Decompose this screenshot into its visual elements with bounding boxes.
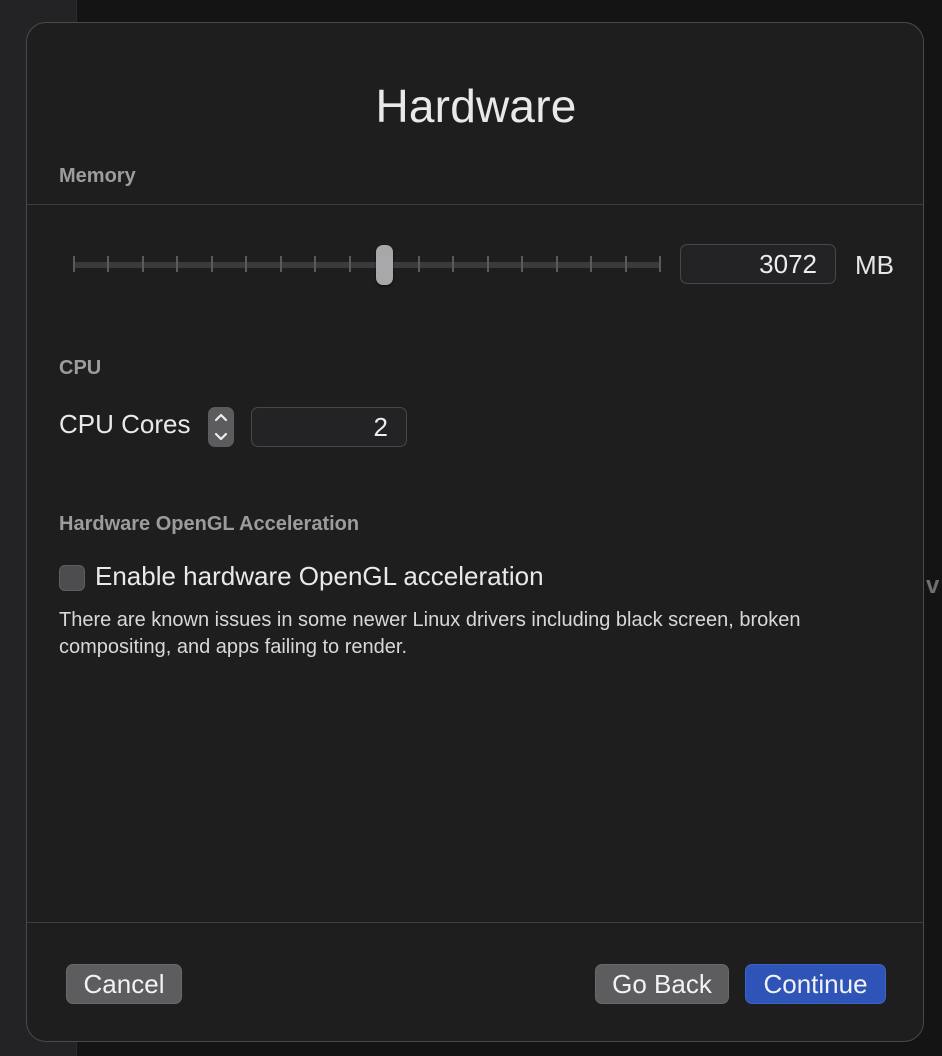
slider-tick-mark xyxy=(211,256,213,272)
chevron-down-icon xyxy=(214,432,228,441)
slider-tick-mark xyxy=(590,256,592,272)
memory-slider-track xyxy=(73,262,661,268)
chevron-up-icon xyxy=(214,413,228,422)
cpu-section-label: CPU xyxy=(59,357,102,379)
cpu-cores-stepper[interactable] xyxy=(208,407,234,447)
opengl-section-label: Hardware OpenGL Acceleration xyxy=(59,513,360,535)
slider-tick-mark xyxy=(452,256,454,272)
slider-tick-mark xyxy=(556,256,558,272)
opengl-checkbox[interactable] xyxy=(59,565,85,591)
cpu-cores-label: CPU Cores xyxy=(59,409,191,439)
slider-tick-mark xyxy=(418,256,420,272)
footer-divider xyxy=(27,922,923,923)
opengl-warning-note: There are known issues in some newer Lin… xyxy=(59,609,801,658)
memory-value-field[interactable]: 3072 xyxy=(680,244,836,284)
slider-tick-mark xyxy=(521,256,523,272)
slider-tick-mark xyxy=(73,256,75,272)
stepper-decrement-button[interactable] xyxy=(208,427,234,447)
slider-tick-mark xyxy=(245,256,247,272)
opengl-checkbox-label[interactable]: Enable hardware OpenGL acceleration xyxy=(95,561,544,592)
slider-tick-mark xyxy=(142,256,144,272)
go-back-button[interactable]: Go Back xyxy=(595,964,729,1004)
memory-divider xyxy=(27,204,923,205)
stepper-increment-button[interactable] xyxy=(208,407,234,427)
memory-unit-label: MB xyxy=(855,250,894,280)
hardware-sheet: Hardware Memory 3072 MB CPU CPU Cores 2 … xyxy=(26,22,924,1042)
slider-tick-mark xyxy=(107,256,109,272)
slider-tick-mark xyxy=(176,256,178,272)
slider-tick-mark xyxy=(314,256,316,272)
slider-tick-mark xyxy=(625,256,627,272)
memory-section-label: Memory xyxy=(59,165,136,187)
slider-tick-mark xyxy=(659,256,661,272)
background-partial-text: v xyxy=(926,572,940,599)
memory-slider-knob[interactable] xyxy=(376,245,393,285)
cpu-cores-field[interactable]: 2 xyxy=(251,407,407,447)
memory-slider[interactable] xyxy=(73,245,663,285)
slider-tick-mark xyxy=(487,256,489,272)
cancel-button[interactable]: Cancel xyxy=(66,964,182,1004)
sheet-title: Hardware xyxy=(375,80,577,132)
slider-tick-mark xyxy=(280,256,282,272)
continue-button[interactable]: Continue xyxy=(745,964,886,1004)
slider-tick-mark xyxy=(349,256,351,272)
